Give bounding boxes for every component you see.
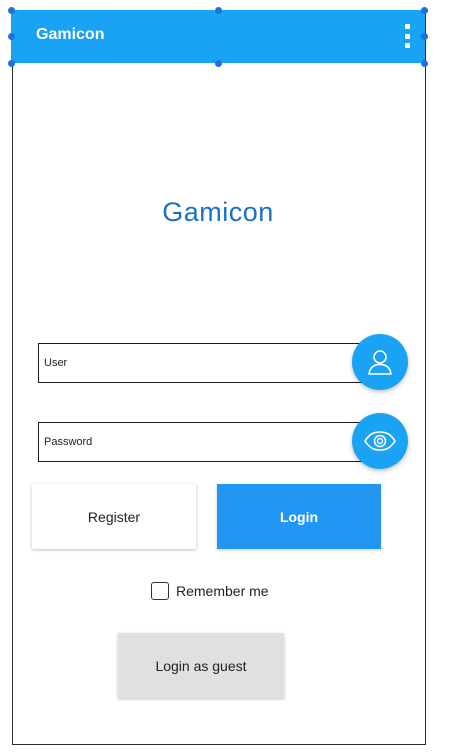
selection-handle[interactable] — [421, 60, 428, 67]
app-bar-title: Gamicon — [36, 26, 105, 43]
selection-handle[interactable] — [8, 60, 15, 67]
user-icon — [368, 350, 392, 375]
login-as-guest-button[interactable]: Login as guest — [118, 633, 284, 698]
brand-title: Gamicon — [162, 197, 274, 227]
selection-handle[interactable] — [215, 7, 222, 14]
selection-handle[interactable] — [8, 33, 15, 40]
selection-handle[interactable] — [421, 33, 428, 40]
user-field[interactable] — [38, 343, 365, 383]
more-vert-icon[interactable] — [403, 24, 411, 48]
password-field[interactable] — [38, 422, 365, 462]
password-input[interactable] — [39, 423, 364, 461]
remember-me-toggle[interactable]: Remember me — [151, 582, 269, 600]
remember-me-checkbox[interactable] — [151, 582, 169, 600]
login-button[interactable]: Login — [217, 484, 381, 549]
selection-handle[interactable] — [8, 7, 15, 14]
remember-me-label: Remember me — [176, 583, 269, 599]
user-icon-button[interactable] — [352, 334, 408, 390]
login-screen: Gamicon Gamicon Register Login — [0, 0, 449, 754]
selection-handle[interactable] — [421, 7, 428, 14]
user-input[interactable] — [39, 344, 364, 382]
app-bar: Gamicon — [11, 10, 425, 63]
selection-handle[interactable] — [215, 60, 222, 67]
show-password-button[interactable] — [352, 413, 408, 469]
eye-icon — [364, 431, 396, 451]
register-button[interactable]: Register — [32, 484, 196, 549]
